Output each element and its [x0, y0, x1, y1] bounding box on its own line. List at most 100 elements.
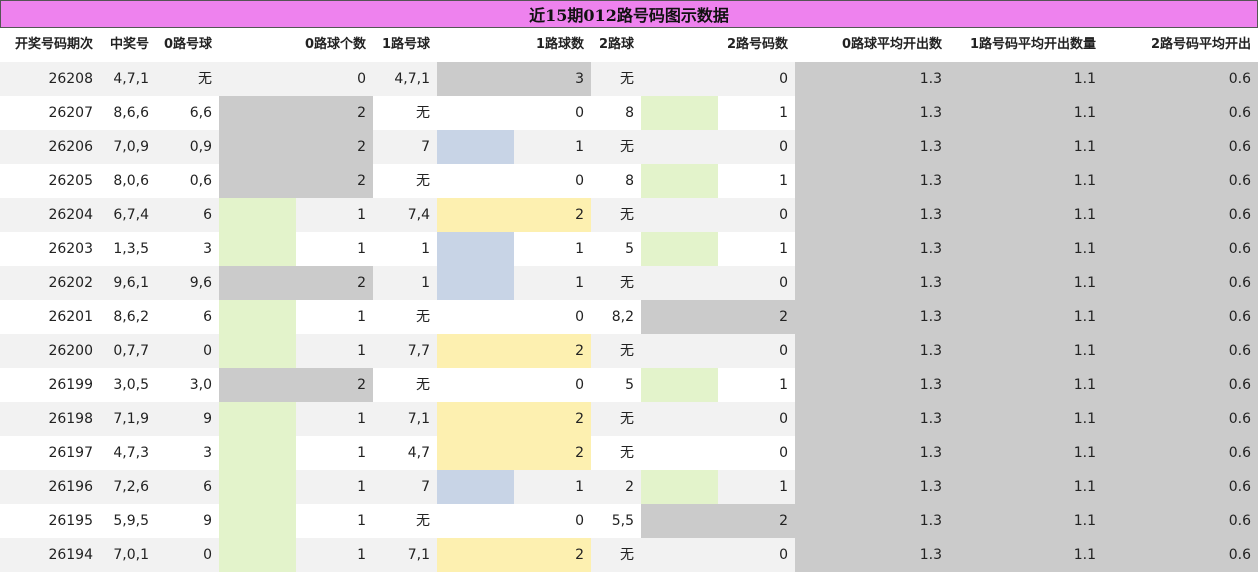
cell-route0-balls: 9,6 [189, 275, 212, 291]
cell-route2-balls: 无 [620, 139, 634, 155]
cell-route2-balls: 无 [620, 275, 634, 291]
cell-route0-avg: 1.3 [919, 139, 942, 155]
cell-route1-count: 2 [575, 343, 584, 359]
cell-route2-balls: 8 [625, 173, 634, 189]
cell-route0-avg: 1.3 [919, 207, 942, 223]
cell-period: 26197 [48, 445, 93, 461]
cell-route2-balls: 8 [625, 105, 634, 121]
cell-route2-balls: 无 [620, 547, 634, 563]
cell-draw: 8,0,6 [113, 173, 149, 189]
cell-draw: 1,3,5 [113, 241, 149, 257]
cell-route1-balls: 无 [416, 309, 430, 325]
cell-period: 26196 [48, 479, 93, 495]
table-row: 26196 7,2,6 6 1 7 1 2 1 1.3 1.1 0.6 [0, 470, 1258, 504]
cell-route0-balls: 9 [203, 513, 212, 529]
cell-period: 26204 [48, 207, 93, 223]
cell-route1-count: 1 [575, 479, 584, 495]
cell-route1-avg: 1.1 [1073, 173, 1096, 189]
cell-route0-count: 2 [357, 275, 366, 291]
cell-route0-count: 1 [357, 343, 366, 359]
cell-route2-avg: 0.6 [1228, 343, 1251, 359]
table-row: 26208 4,7,1 无 0 4,7,1 3 无 0 1.3 1.1 0.6 [0, 62, 1258, 96]
cell-period: 26198 [48, 411, 93, 427]
header-route2-avg: 2路号码平均开出 [1150, 37, 1251, 52]
cell-route0-count: 1 [357, 309, 366, 325]
cell-route0-count: 1 [357, 479, 366, 495]
cell-route2-count: 2 [779, 513, 788, 529]
cell-route0-balls: 0 [203, 343, 212, 359]
cell-route2-balls: 无 [620, 71, 634, 87]
table-row: 26198 7,1,9 9 1 7,1 2 无 0 1.3 1.1 0.6 [0, 402, 1258, 436]
cell-route1-balls: 无 [416, 513, 430, 529]
cell-route1-balls: 7 [421, 139, 430, 155]
cell-route1-balls: 4,7,1 [394, 71, 430, 87]
header-route0-count: 0路球个数 [304, 37, 366, 52]
cell-route2-balls: 无 [620, 343, 634, 359]
cell-route1-balls: 无 [416, 173, 430, 189]
header-period: 开奖号码期次 [14, 37, 93, 52]
table-row: 26205 8,0,6 0,6 2 无 0 8 1 1.3 1.1 0.6 [0, 164, 1258, 198]
cell-route2-count: 0 [779, 547, 788, 563]
table-row: 26204 6,7,4 6 1 7,4 2 无 0 1.3 1.1 0.6 [0, 198, 1258, 232]
cell-route2-balls: 5 [625, 377, 634, 393]
cell-route2-avg: 0.6 [1228, 479, 1251, 495]
cell-route0-avg: 1.3 [919, 71, 942, 87]
cell-route2-balls: 5,5 [611, 513, 634, 529]
cell-period: 26208 [48, 71, 93, 87]
table-title: 近15期012路号码图示数据 [0, 0, 1258, 28]
cell-route2-count: 0 [779, 207, 788, 223]
table-row: 26199 3,0,5 3,0 2 无 0 5 1 1.3 1.1 0.6 [0, 368, 1258, 402]
cell-period: 26195 [48, 513, 93, 529]
cell-draw: 7,1,9 [113, 411, 149, 427]
cell-route0-balls: 6 [203, 479, 212, 495]
cell-route2-avg: 0.6 [1228, 207, 1251, 223]
cell-route0-balls: 0 [203, 547, 212, 563]
cell-draw: 0,7,7 [113, 343, 149, 359]
cell-route1-balls: 7 [421, 479, 430, 495]
cell-route0-count: 2 [357, 173, 366, 189]
cell-route1-avg: 1.1 [1073, 513, 1096, 529]
table-row: 26200 0,7,7 0 1 7,7 2 无 0 1.3 1.1 0.6 [0, 334, 1258, 368]
cell-route1-count: 1 [575, 139, 584, 155]
cell-period: 26206 [48, 139, 93, 155]
cell-draw: 7,0,1 [113, 547, 149, 563]
cell-route0-avg: 1.3 [919, 173, 942, 189]
cell-route1-count: 2 [575, 207, 584, 223]
header-route1-avg: 1路号码平均开出数量 [969, 37, 1096, 52]
cell-route1-avg: 1.1 [1073, 241, 1096, 257]
cell-route0-count: 1 [357, 241, 366, 257]
cell-route0-avg: 1.3 [919, 343, 942, 359]
cell-route1-avg: 1.1 [1073, 547, 1096, 563]
cell-route2-avg: 0.6 [1228, 139, 1251, 155]
cell-route2-count: 0 [779, 411, 788, 427]
cell-route0-avg: 1.3 [919, 445, 942, 461]
header-route1-balls: 1路号球 [381, 37, 430, 52]
cell-route1-balls: 7,1 [407, 411, 430, 427]
cell-period: 26207 [48, 105, 93, 121]
header-route2-balls: 2路球 [598, 37, 634, 52]
cell-route0-balls: 6 [203, 207, 212, 223]
header-route1-count: 1路球数 [535, 37, 584, 52]
cell-period: 26199 [48, 377, 93, 393]
cell-route1-balls: 4,7 [407, 445, 430, 461]
table-row: 26203 1,3,5 3 1 1 1 5 1 1.3 1.1 0.6 [0, 232, 1258, 266]
table-row: 26195 5,9,5 9 1 无 0 5,5 2 1.3 1.1 0.6 [0, 504, 1258, 538]
cell-route2-avg: 0.6 [1228, 241, 1251, 257]
cell-route1-avg: 1.1 [1073, 479, 1096, 495]
cell-route2-count: 1 [779, 241, 788, 257]
cell-draw: 3,0,5 [113, 377, 149, 393]
cell-route0-avg: 1.3 [919, 547, 942, 563]
cell-route1-count: 0 [575, 173, 584, 189]
cell-route1-balls: 1 [421, 275, 430, 291]
cell-route0-balls: 3,0 [189, 377, 212, 393]
cell-route2-avg: 0.6 [1228, 513, 1251, 529]
cell-route1-avg: 1.1 [1073, 275, 1096, 291]
cell-route2-count: 1 [779, 479, 788, 495]
cell-period: 26202 [48, 275, 93, 291]
cell-route0-count: 1 [357, 547, 366, 563]
cell-route2-avg: 0.6 [1228, 105, 1251, 121]
cell-route2-balls: 2 [625, 479, 634, 495]
cell-route2-count: 0 [779, 275, 788, 291]
header-route2-count: 2路号码数 [726, 37, 788, 52]
cell-route0-balls: 3 [203, 445, 212, 461]
